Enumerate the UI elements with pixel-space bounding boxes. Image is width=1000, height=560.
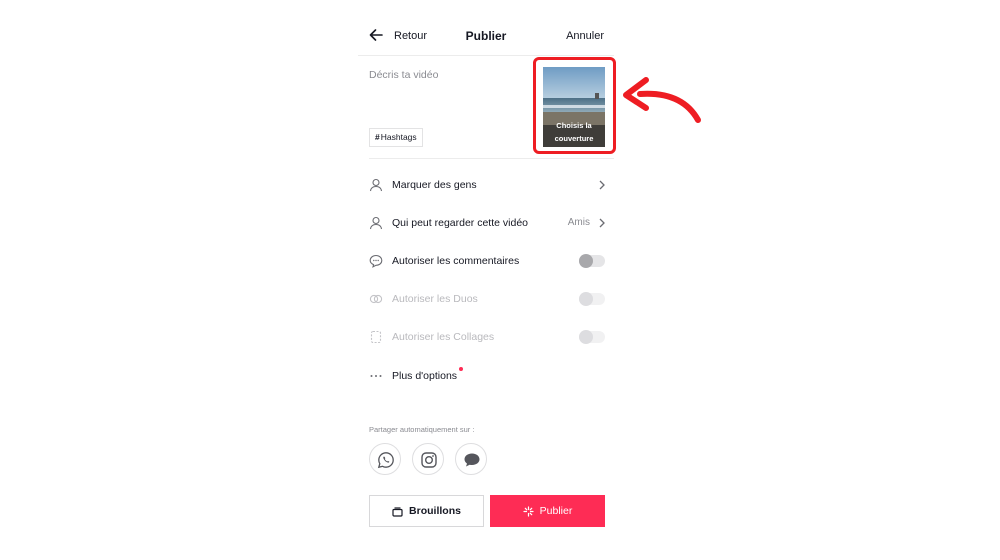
duet-icon	[369, 294, 383, 304]
share-whatsapp-button[interactable]	[369, 443, 401, 475]
comment-icon	[369, 254, 383, 268]
setting-label: Qui peut regarder cette vidéo	[392, 217, 528, 229]
annotation-arrow-icon	[623, 77, 701, 123]
header: Retour Publier Annuler	[358, 18, 614, 56]
whatsapp-icon	[377, 452, 394, 469]
setting-label: Marquer des gens	[392, 179, 477, 191]
choose-cover-label: Choisis la couverture	[554, 121, 594, 143]
more-options-row[interactable]: Plus d'options	[358, 361, 614, 391]
toggle-knob	[579, 254, 593, 268]
notification-dot	[459, 367, 463, 371]
message-icon	[464, 453, 480, 467]
sparkle-icon	[523, 505, 534, 517]
setting-label: Autoriser les commentaires	[392, 255, 520, 267]
hashtags-button[interactable]: #Hashtags	[369, 128, 423, 147]
who-can-watch-row[interactable]: Qui peut regarder cette vidéo Amis	[358, 208, 614, 238]
divider	[369, 158, 614, 159]
share-label: Partager automatiquement sur :	[369, 425, 475, 434]
setting-label: Plus d'options	[392, 370, 458, 382]
chevron-right-icon	[599, 218, 605, 228]
setting-label: Autoriser les Duos	[392, 293, 478, 305]
person-icon	[369, 216, 383, 230]
stitches-toggle[interactable]	[579, 330, 605, 344]
more-icon	[370, 375, 382, 377]
privacy-value: Amis	[567, 217, 590, 228]
drafts-button[interactable]: Brouillons	[369, 495, 484, 527]
share-instagram-button[interactable]	[412, 443, 444, 475]
cancel-button[interactable]: Annuler	[566, 30, 604, 42]
hashtags-label: Hashtags	[380, 132, 417, 142]
drafts-label: Brouillons	[409, 505, 461, 517]
allow-stitches-row: Autoriser les Collages	[358, 322, 614, 352]
drafts-icon	[392, 506, 403, 517]
tag-people-row[interactable]: Marquer des gens	[358, 170, 614, 200]
stitch-icon	[370, 330, 382, 344]
instagram-icon	[421, 452, 437, 468]
duets-toggle[interactable]	[579, 292, 605, 306]
toggle-knob	[579, 292, 593, 306]
allow-comments-row: Autoriser les commentaires	[358, 246, 614, 276]
allow-duets-row: Autoriser les Duos	[358, 284, 614, 314]
hash-icon: #	[375, 132, 380, 142]
publish-screen: Retour Publier Annuler Décris ta vidéo #…	[358, 0, 616, 560]
chevron-right-icon	[599, 180, 605, 190]
cover-thumbnail[interactable]: Choisis la couverture	[543, 67, 605, 147]
publish-label: Publier	[539, 505, 573, 517]
comments-toggle[interactable]	[579, 254, 605, 268]
publish-button[interactable]: Publier	[490, 495, 605, 527]
share-message-button[interactable]	[455, 443, 487, 475]
toggle-knob	[579, 330, 593, 344]
setting-label: Autoriser les Collages	[392, 331, 495, 343]
person-icon	[369, 178, 383, 192]
description-input[interactable]: Décris ta vidéo	[369, 69, 438, 81]
